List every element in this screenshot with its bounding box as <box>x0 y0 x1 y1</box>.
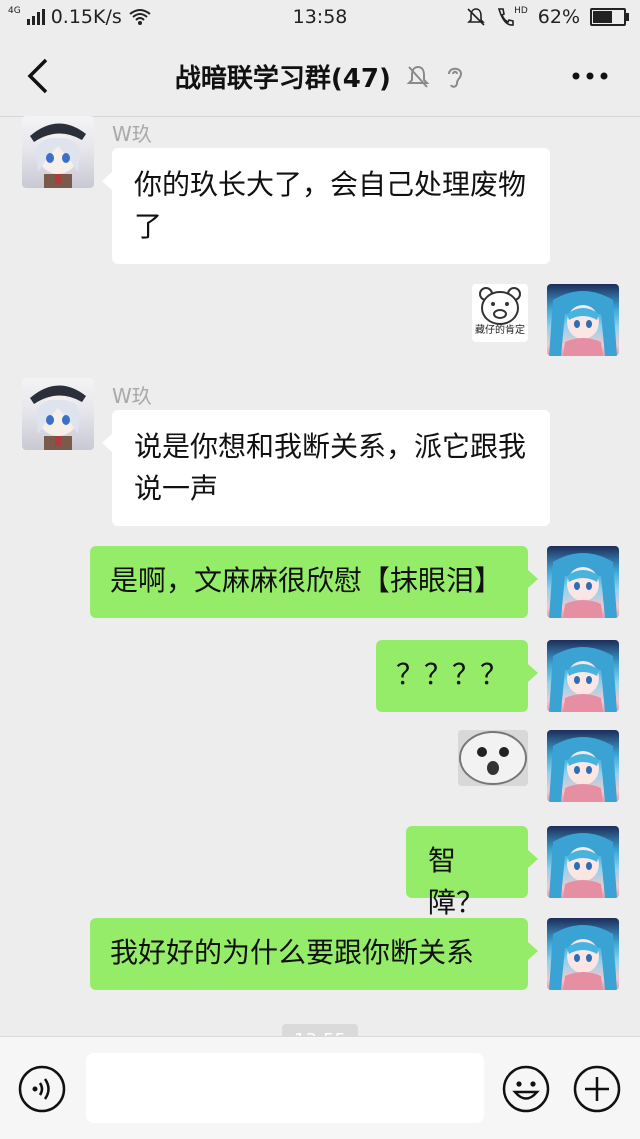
sticker-caption: 藏仔的肯定 <box>475 325 525 336</box>
battery-icon <box>590 8 629 26</box>
anime-avatar-icon <box>30 385 86 450</box>
avatar-w-jiu[interactable] <box>22 116 94 188</box>
avatar-w-jiu[interactable] <box>22 378 94 450</box>
ear-icon <box>448 67 463 88</box>
avatar-me[interactable] <box>547 546 619 618</box>
anime-avatar-icon <box>549 553 617 618</box>
mute-bell-icon <box>406 65 430 88</box>
more-functions-button[interactable] <box>573 1065 621 1113</box>
status-bar: 4G 0.15K/s 13:58 HD 62% <box>0 0 640 34</box>
sender-name: W玖 <box>112 122 152 146</box>
more-button[interactable] <box>570 64 610 88</box>
volte-label: HD <box>514 6 528 16</box>
anime-avatar-icon <box>549 925 617 990</box>
plus-icon <box>573 1065 621 1113</box>
anime-avatar-icon <box>549 833 617 898</box>
voice-button[interactable] <box>18 1065 66 1113</box>
emoji-icon <box>502 1065 550 1113</box>
message-bubble[interactable]: 是啊，文麻麻很欣慰【抹眼泪】 <box>90 546 538 618</box>
chat-title: 战暗联学习群(47) <box>174 64 391 94</box>
anime-avatar-icon <box>30 123 86 188</box>
anime-avatar-icon <box>549 291 617 356</box>
avatar-me[interactable] <box>547 918 619 990</box>
time-divider: 13:55 <box>282 1024 358 1036</box>
message-bubble[interactable]: 你的玖长大了，会自己处理废物了 <box>102 148 550 264</box>
sender-name: W玖 <box>112 384 152 408</box>
battery-percent: 62% <box>537 6 580 28</box>
message-bubble[interactable]: 我好好的为什么要跟你断关系 <box>90 918 538 990</box>
avatar-me[interactable] <box>547 826 619 898</box>
anime-avatar-icon <box>549 647 617 712</box>
avatar-me[interactable] <box>547 284 619 356</box>
battery-fill <box>593 11 612 23</box>
chat-header: 战暗联学习群(47) <box>0 34 640 117</box>
face-sticker-icon <box>459 731 527 785</box>
message-input[interactable] <box>86 1053 484 1123</box>
input-bar <box>0 1036 640 1139</box>
status-right: HD 62% <box>466 6 629 28</box>
message-bubble[interactable]: 说是你想和我断关系，派它跟我说一声 <box>102 410 550 526</box>
anime-avatar-icon <box>549 737 617 802</box>
sticker-message[interactable] <box>458 730 528 786</box>
phone-icon <box>497 8 514 26</box>
more-dots-icon <box>572 72 608 80</box>
emoji-button[interactable] <box>502 1065 550 1113</box>
message-bubble[interactable]: 智障？ <box>406 826 538 919</box>
message-bubble[interactable]: ？？？？ <box>376 640 538 712</box>
mute-status-icon <box>467 8 485 26</box>
avatar-me[interactable] <box>547 640 619 712</box>
avatar-me[interactable] <box>547 730 619 802</box>
title-area: 战暗联学习群(47) <box>0 58 640 95</box>
sticker-message[interactable]: 藏仔的肯定 <box>472 284 528 342</box>
voice-icon <box>18 1065 66 1113</box>
message-list[interactable]: W玖 你的玖长大了，会自己处理废物了 藏仔的肯定 W玖 说是你想和我断关系，派它… <box>0 116 640 1036</box>
